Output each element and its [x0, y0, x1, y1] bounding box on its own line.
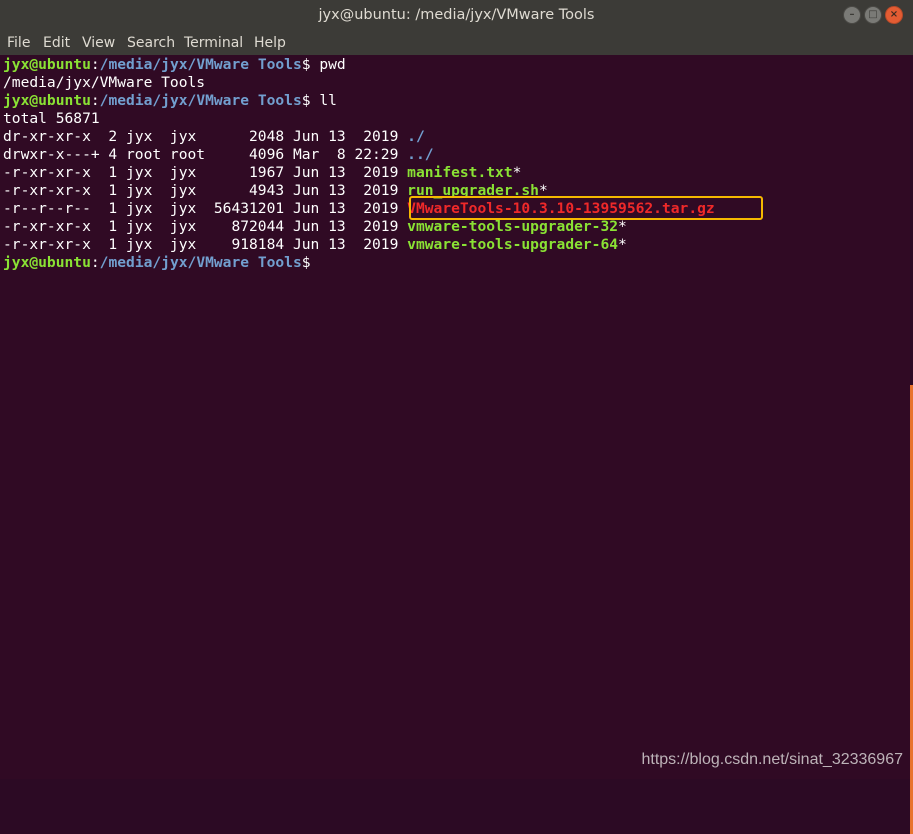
file-name: manifest.txt [407, 164, 513, 181]
minimize-icon: – [849, 9, 855, 20]
title-bar[interactable]: jyx@ubuntu: /media/jyx/VMware Tools – □ … [0, 0, 913, 31]
maximize-button[interactable]: □ [864, 6, 882, 24]
listing-row: drwxr-x---+ 4 root root 4096 Mar 8 22:29… [3, 146, 434, 164]
command-text: pwd [319, 56, 346, 73]
file-name: vmware-tools-upgrader-64 [407, 236, 619, 253]
prompt-line: jyx@ubuntu:/media/jyx/VMware Tools$ ll [3, 92, 337, 109]
prompt-path: /media/jyx/VMware Tools [99, 92, 302, 109]
prompt-path: /media/jyx/VMware Tools [99, 254, 302, 271]
file-name: ../ [407, 146, 434, 163]
minimize-button[interactable]: – [843, 6, 861, 24]
menu-bar: File Edit View Search Terminal Help [0, 31, 913, 56]
prompt-symbol: $ [301, 56, 311, 73]
menu-edit[interactable]: Edit [43, 31, 70, 55]
prompt-line: jyx@ubuntu:/media/jyx/VMware Tools$ pwd [3, 56, 346, 73]
file-meta: -r--r--r-- 1 jyx jyx 56431201 Jun 13 201… [3, 200, 408, 217]
output-line: /media/jyx/VMware Tools [3, 74, 206, 91]
file-name: ./ [407, 128, 425, 145]
window-title: jyx@ubuntu: /media/jyx/VMware Tools [318, 7, 595, 23]
output-line: total 56871 [3, 110, 100, 127]
listing-row: -r-xr-xr-x 1 jyx jyx 872044 Jun 13 2019 … [3, 218, 627, 236]
prompt-user: jyx@ubuntu [3, 254, 91, 271]
highlight-box [409, 196, 763, 220]
file-meta: -r-xr-xr-x 1 jyx jyx 4943 Jun 13 2019 [3, 182, 408, 199]
prompt-line: jyx@ubuntu:/media/jyx/VMware Tools$ [3, 254, 311, 271]
prompt-user: jyx@ubuntu [3, 92, 91, 109]
menu-search[interactable]: Search [127, 31, 175, 55]
file-meta: drwxr-x---+ 4 root root 4096 Mar 8 22:29 [3, 146, 408, 163]
close-button[interactable]: × [885, 6, 903, 24]
menu-file[interactable]: File [7, 31, 30, 55]
watermark: https://blog.csdn.net/sinat_32336967 [641, 751, 903, 768]
listing-row: -r-xr-xr-x 1 jyx jyx 918184 Jun 13 2019 … [3, 236, 627, 254]
close-icon: × [889, 9, 899, 20]
menu-help[interactable]: Help [254, 31, 286, 55]
file-meta: dr-xr-xr-x 2 jyx jyx 2048 Jun 13 2019 [3, 128, 408, 145]
prompt-user: jyx@ubuntu [3, 56, 91, 73]
listing-row: dr-xr-xr-x 2 jyx jyx 2048 Jun 13 2019 ./ [3, 128, 425, 146]
menu-terminal[interactable]: Terminal [184, 31, 243, 55]
file-meta: -r-xr-xr-x 1 jyx jyx 918184 Jun 13 2019 [3, 236, 408, 253]
file-suffix: * [512, 164, 522, 181]
file-meta: -r-xr-xr-x 1 jyx jyx 1967 Jun 13 2019 [3, 164, 408, 181]
window-controls: – □ × [843, 6, 903, 24]
menu-view[interactable]: View [82, 31, 115, 55]
maximize-icon: □ [868, 9, 878, 20]
file-suffix: * [618, 218, 627, 235]
terminal-window: jyx@ubuntu: /media/jyx/VMware Tools – □ … [0, 0, 913, 834]
file-name: vmware-tools-upgrader-32 [407, 218, 619, 235]
terminal-output[interactable]: jyx@ubuntu:/media/jyx/VMware Tools$ pwd … [0, 55, 910, 779]
listing-row: -r-xr-xr-x 1 jyx jyx 1967 Jun 13 2019 ma… [3, 164, 521, 182]
prompt-symbol: $ [301, 92, 311, 109]
prompt-path: /media/jyx/VMware Tools [99, 56, 302, 73]
command-text: ll [319, 92, 337, 109]
file-suffix: * [618, 236, 627, 253]
prompt-symbol: $ [301, 254, 311, 271]
file-meta: -r-xr-xr-x 1 jyx jyx 872044 Jun 13 2019 [3, 218, 408, 235]
